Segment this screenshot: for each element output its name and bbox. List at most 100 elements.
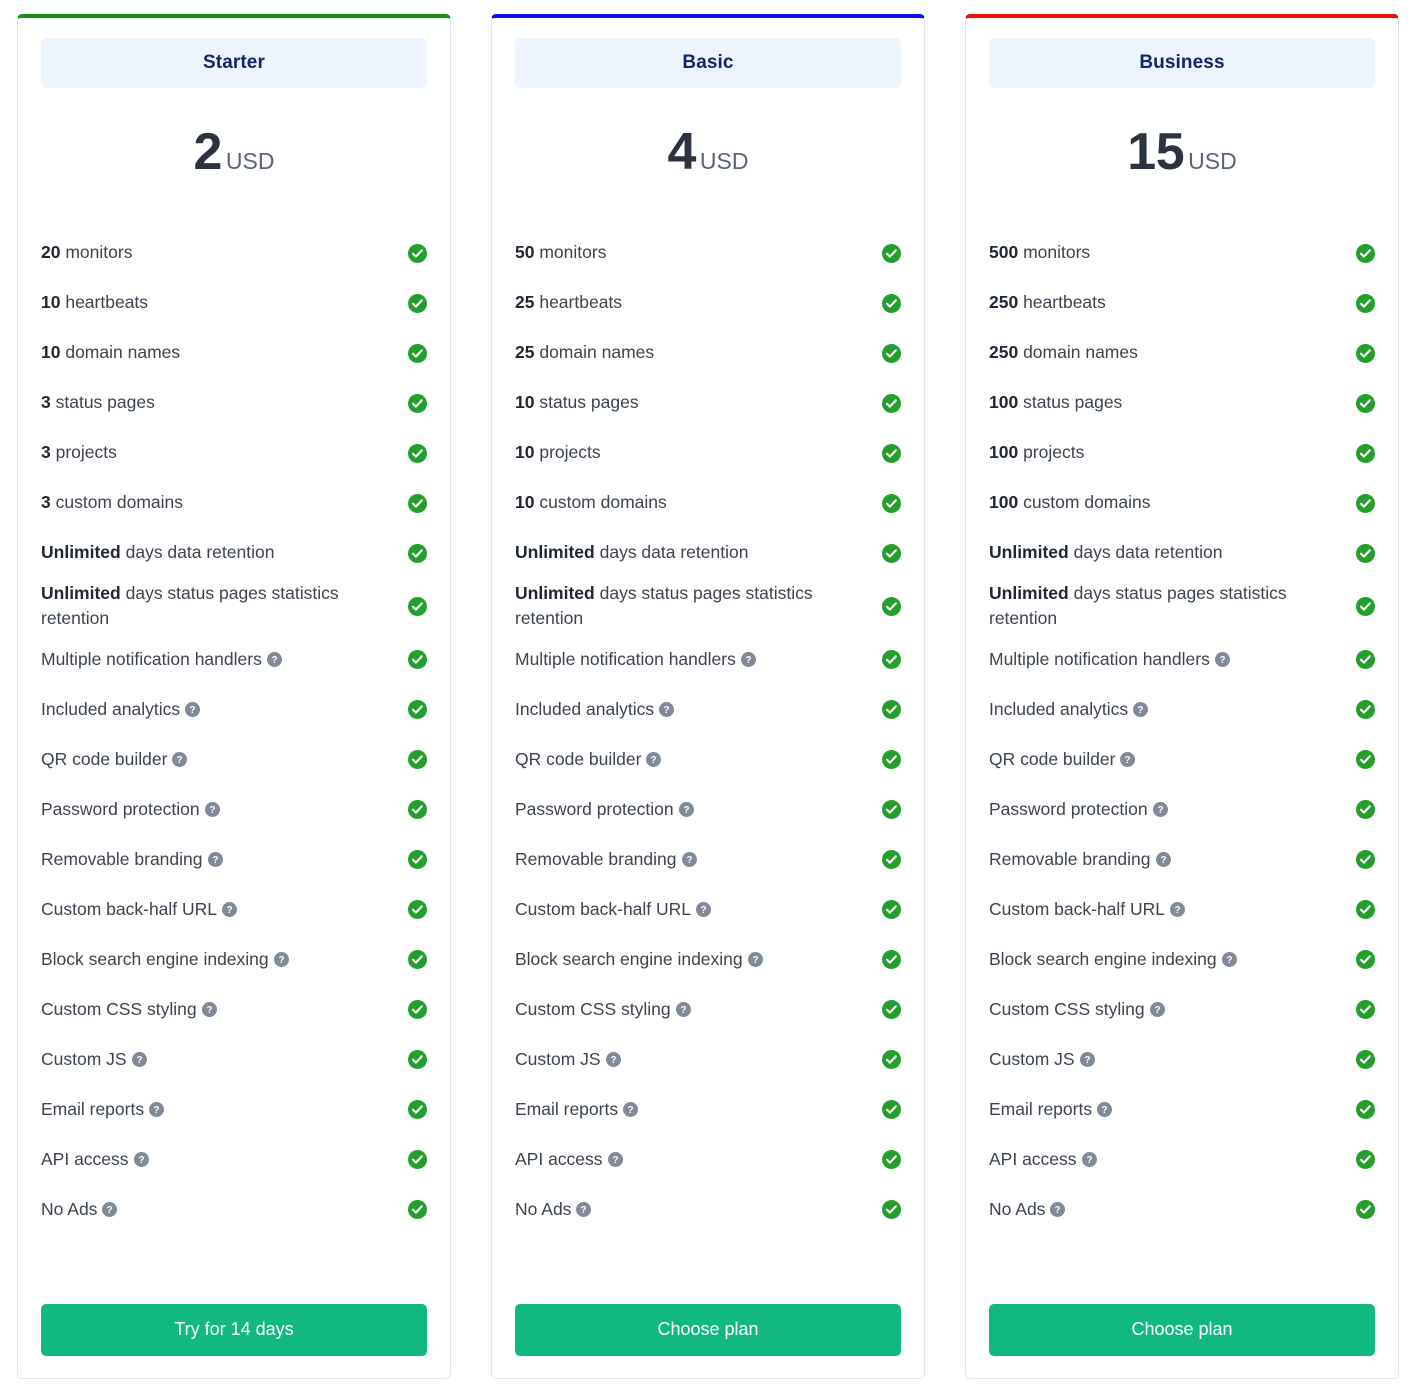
- feature-row: 10 custom domains: [515, 478, 901, 528]
- feature-row: Block search engine indexing?: [41, 935, 427, 985]
- help-circle-icon[interactable]: ?: [623, 1099, 639, 1118]
- feature-text: Custom JS?: [989, 1047, 1342, 1072]
- help-circle-icon[interactable]: ?: [646, 749, 662, 768]
- help-circle-icon[interactable]: ?: [605, 1049, 621, 1068]
- help-circle-icon[interactable]: ?: [681, 849, 697, 868]
- feature-row: Included analytics?: [989, 685, 1375, 735]
- feature-label: status pages: [1023, 392, 1123, 413]
- help-circle-icon[interactable]: ?: [149, 1099, 165, 1118]
- help-circle-icon[interactable]: ?: [207, 849, 223, 868]
- help-circle-icon[interactable]: ?: [185, 699, 201, 718]
- help-circle-icon[interactable]: ?: [102, 1199, 118, 1218]
- feature-row: 50 monitors: [515, 228, 901, 278]
- feature-text: 500 monitors: [989, 240, 1342, 265]
- feature-text: 10 domain names: [41, 340, 394, 365]
- feature-row: Custom JS?: [989, 1035, 1375, 1085]
- help-circle-icon[interactable]: ?: [1214, 649, 1230, 668]
- svg-text:?: ?: [227, 905, 233, 916]
- help-circle-icon[interactable]: ?: [675, 999, 691, 1018]
- help-circle-icon[interactable]: ?: [266, 649, 282, 668]
- svg-text:?: ?: [1055, 1205, 1061, 1216]
- feature-row: Password protection?: [515, 785, 901, 835]
- help-circle-icon[interactable]: ?: [1133, 699, 1149, 718]
- feature-row: No Ads?: [41, 1185, 427, 1235]
- check-circle-icon: [1356, 243, 1375, 263]
- check-circle-icon: [1356, 1150, 1375, 1170]
- check-circle-icon: [882, 950, 901, 970]
- check-circle-icon: [408, 243, 427, 263]
- feature-row: 3 status pages: [41, 378, 427, 428]
- check-circle-icon: [882, 1100, 901, 1120]
- check-circle-icon: [882, 800, 901, 820]
- plan-title-bar: Business: [989, 38, 1375, 88]
- help-circle-icon[interactable]: ?: [172, 749, 188, 768]
- help-circle-icon[interactable]: ?: [1097, 1099, 1113, 1118]
- feature-row: 3 projects: [41, 428, 427, 478]
- help-circle-icon[interactable]: ?: [204, 799, 220, 818]
- help-circle-icon[interactable]: ?: [222, 899, 238, 918]
- help-circle-icon[interactable]: ?: [273, 949, 289, 968]
- help-circle-icon[interactable]: ?: [747, 949, 763, 968]
- check-circle-icon: [1356, 343, 1375, 363]
- svg-text:?: ?: [680, 1005, 686, 1016]
- help-circle-icon[interactable]: ?: [131, 1049, 147, 1068]
- feature-quantity: 50: [515, 242, 535, 263]
- plan-cta-button-business[interactable]: Choose plan: [989, 1304, 1375, 1356]
- help-circle-icon[interactable]: ?: [678, 799, 694, 818]
- plan-feature-list: 500 monitors 250 heartbeats 250 domain nam…: [989, 228, 1375, 1278]
- check-circle-icon: [882, 493, 901, 513]
- feature-text: Block search engine indexing?: [989, 947, 1342, 972]
- feature-row: 100 status pages: [989, 378, 1375, 428]
- plan-cta-button-basic[interactable]: Choose plan: [515, 1304, 901, 1356]
- help-circle-icon[interactable]: ?: [133, 1149, 149, 1168]
- feature-quantity: 100: [989, 442, 1019, 463]
- help-circle-icon[interactable]: ?: [1170, 899, 1186, 918]
- check-circle-icon: [882, 1150, 901, 1170]
- feature-text: Custom JS?: [41, 1047, 394, 1072]
- plan-price-amount: 4: [667, 123, 697, 181]
- check-circle-icon: [1356, 800, 1375, 820]
- help-circle-icon[interactable]: ?: [1155, 849, 1171, 868]
- feature-label: No Ads: [515, 1199, 572, 1220]
- check-circle-icon: [408, 950, 427, 970]
- plan-cta-button-starter[interactable]: Try for 14 days: [41, 1304, 427, 1356]
- feature-label: heartbeats: [65, 292, 149, 313]
- feature-row: Password protection?: [41, 785, 427, 835]
- plan-price-currency: USD: [1188, 148, 1237, 174]
- check-circle-icon: [1356, 1100, 1375, 1120]
- feature-row: Block search engine indexing?: [989, 935, 1375, 985]
- help-circle-icon[interactable]: ?: [576, 1199, 592, 1218]
- check-circle-icon: [1356, 1050, 1375, 1070]
- help-circle-icon[interactable]: ?: [696, 899, 712, 918]
- help-circle-icon[interactable]: ?: [659, 699, 675, 718]
- help-circle-icon[interactable]: ?: [1079, 1049, 1095, 1068]
- feature-row: Unlimited days status pages statistics r…: [989, 578, 1375, 635]
- help-circle-icon[interactable]: ?: [1221, 949, 1237, 968]
- feature-label: heartbeats: [1023, 292, 1106, 313]
- check-circle-icon: [408, 650, 427, 670]
- help-circle-icon[interactable]: ?: [607, 1149, 623, 1168]
- plan-name: Business: [1139, 52, 1225, 73]
- feature-label: Password protection: [515, 799, 674, 820]
- feature-row: Removable branding?: [989, 835, 1375, 885]
- help-circle-icon[interactable]: ?: [201, 999, 217, 1018]
- check-circle-icon: [882, 1050, 901, 1070]
- help-circle-icon[interactable]: ?: [1050, 1199, 1066, 1218]
- plan-price-amount: 2: [193, 123, 223, 181]
- help-circle-icon[interactable]: ?: [1149, 999, 1165, 1018]
- help-circle-icon[interactable]: ?: [1120, 749, 1136, 768]
- svg-text:?: ?: [1157, 805, 1163, 816]
- feature-label: Custom back-half URL: [989, 899, 1166, 920]
- svg-text:?: ?: [701, 905, 707, 916]
- help-circle-icon[interactable]: ?: [740, 649, 756, 668]
- svg-text:?: ?: [612, 1155, 618, 1166]
- check-circle-icon: [1356, 543, 1375, 563]
- svg-text:?: ?: [1084, 1055, 1090, 1066]
- feature-text: Email reports?: [989, 1097, 1342, 1122]
- feature-label: projects: [539, 442, 601, 463]
- feature-row: 10 status pages: [515, 378, 901, 428]
- feature-label: custom domains: [55, 492, 184, 513]
- help-circle-icon[interactable]: ?: [1152, 799, 1168, 818]
- help-circle-icon[interactable]: ?: [1081, 1149, 1097, 1168]
- plan-name: Basic: [682, 52, 734, 73]
